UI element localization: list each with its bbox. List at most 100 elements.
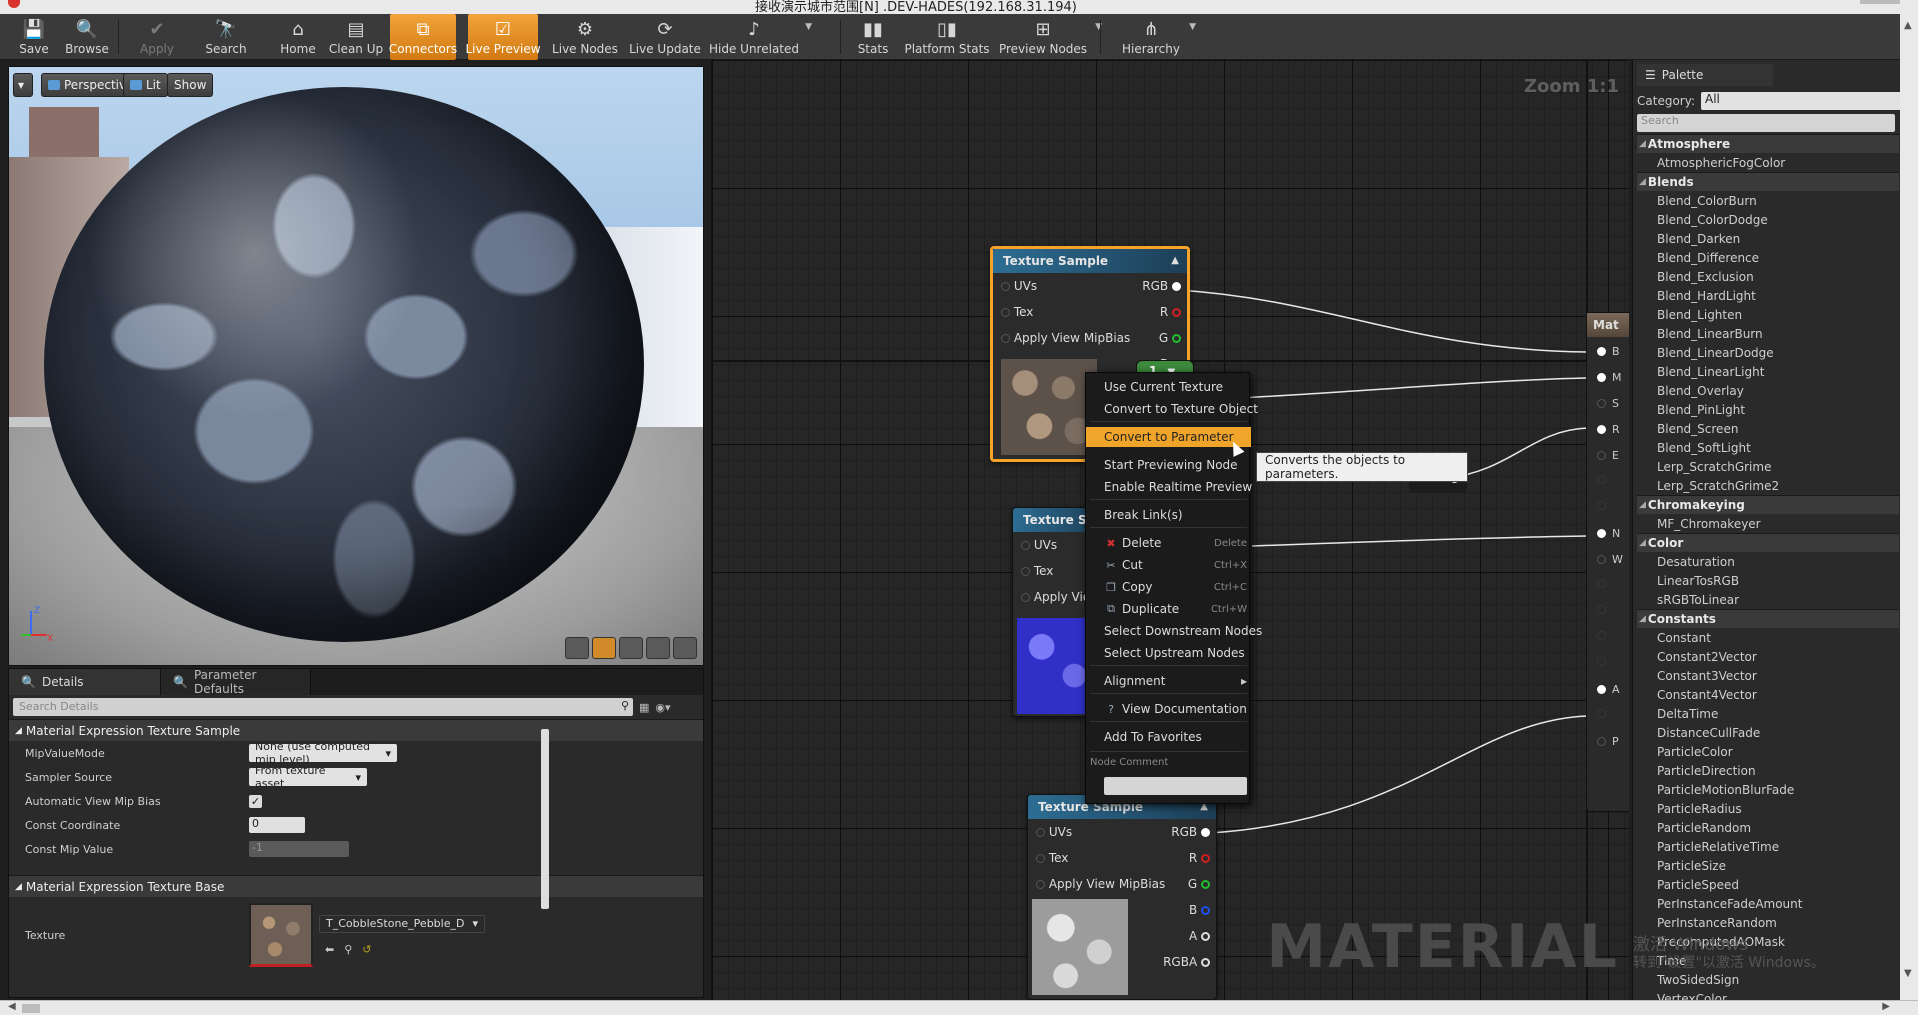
stats-button[interactable]: ▮▮ Stats: [858, 14, 889, 60]
input-pin-uvs[interactable]: UVs: [1001, 279, 1037, 293]
preview-viewport[interactable]: ▾ Perspective Lit Show Z X: [8, 66, 704, 666]
output-pin-rgb[interactable]: RGB: [1171, 825, 1210, 839]
menu-item-start-previewing-node[interactable]: Start Previewing Node: [1086, 455, 1251, 475]
clean-up-button[interactable]: ▤ Clean Up: [326, 14, 386, 60]
material-input-pin[interactable]: [1597, 475, 1612, 484]
browse-button[interactable]: 🔍 Browse: [62, 14, 112, 60]
eye-icon[interactable]: ◉▾: [655, 701, 670, 714]
menu-item-add-to-favorites[interactable]: Add To Favorites: [1086, 727, 1251, 747]
menu-item-delete[interactable]: ✖ Delete Delete: [1086, 533, 1251, 553]
material-input-pin[interactable]: R: [1597, 423, 1620, 436]
node-comment-input[interactable]: [1104, 777, 1247, 795]
window-controls[interactable]: [1860, 0, 1900, 4]
search-button[interactable]: 🔭 Search: [205, 14, 246, 60]
texture-sample-node-roughness[interactable]: Texture Sample ▲ UVs Tex Apply View MipB…: [1027, 794, 1217, 1000]
material-input-pin[interactable]: [1597, 579, 1612, 588]
section-texture-base[interactable]: ◢ Material Expression Texture Base: [9, 875, 703, 897]
palette-item[interactable]: Blend_LinearBurn: [1637, 324, 1899, 343]
material-input-pin[interactable]: B: [1597, 345, 1620, 358]
input-pin-tex[interactable]: Tex: [1001, 305, 1033, 319]
palette-item[interactable]: sRGBToLinear: [1637, 590, 1899, 609]
lit-button[interactable]: Lit: [123, 73, 168, 97]
plane-preview-icon[interactable]: [619, 637, 643, 659]
output-pin-rgba[interactable]: RGBA: [1163, 955, 1210, 969]
material-result-node[interactable]: Mat BMSRE NW A P: [1586, 312, 1629, 812]
palette-item[interactable]: Blend_ColorDodge: [1637, 210, 1899, 229]
palette-item[interactable]: MF_Chromakeyer: [1637, 514, 1899, 533]
palette-item[interactable]: ParticleSize: [1637, 856, 1899, 875]
palette-search-input[interactable]: Search: [1637, 114, 1895, 132]
section-texture-sample[interactable]: ◢ Material Expression Texture Sample: [9, 719, 703, 741]
material-input-pin[interactable]: S: [1597, 397, 1619, 410]
palette-item[interactable]: ParticleRandom: [1637, 818, 1899, 837]
window-vertical-scrollbar[interactable]: ▲ ▼: [1900, 0, 1918, 1015]
palette-item[interactable]: DeltaTime: [1637, 704, 1899, 723]
mesh-preview-icon[interactable]: [673, 637, 697, 659]
palette-item[interactable]: Blend_LinearLight: [1637, 362, 1899, 381]
palette-category[interactable]: ◢ Color: [1637, 533, 1899, 552]
material-input-pin[interactable]: N: [1597, 527, 1620, 540]
input-pin-mipbias[interactable]: Apply View MipBias: [1036, 877, 1165, 891]
palette-item[interactable]: LinearTosRGB: [1637, 571, 1899, 590]
scroll-up-icon[interactable]: ▲: [1904, 20, 1912, 31]
hierarchy-button[interactable]: ⋔ Hierarchy ▼: [1120, 14, 1196, 60]
menu-item-convert-to-parameter[interactable]: Convert to Parameter: [1086, 427, 1251, 447]
menu-item-convert-to-texture-object[interactable]: Convert to Texture Object: [1086, 399, 1258, 419]
details-scrollbar[interactable]: [541, 729, 549, 909]
browse-asset-icon[interactable]: ⚲: [344, 943, 352, 956]
show-button[interactable]: Show: [167, 73, 214, 97]
palette-item[interactable]: ParticleSpeed: [1637, 875, 1899, 894]
palette-item[interactable]: Constant3Vector: [1637, 666, 1899, 685]
texture-thumbnail[interactable]: [249, 903, 313, 967]
menu-item-cut[interactable]: ✂ Cut Ctrl+X: [1086, 555, 1251, 575]
platform-stats-button[interactable]: ▯▮ Platform Stats: [904, 14, 990, 60]
palette-category[interactable]: ◢ Constants: [1637, 609, 1899, 628]
menu-item-select-upstream-nodes[interactable]: Select Upstream Nodes: [1086, 643, 1251, 663]
node-header[interactable]: Texture Sample ▲: [993, 249, 1187, 273]
category-dropdown[interactable]: All: [1700, 92, 1900, 110]
output-pin-a[interactable]: A: [1189, 929, 1210, 943]
mip-value-mode-dropdown[interactable]: None (use computed mip level) ▾: [249, 740, 397, 766]
home-button[interactable]: ⌂ Home: [280, 14, 316, 60]
const-coordinate-input[interactable]: 0: [249, 817, 305, 833]
palette-item[interactable]: Blend_Difference: [1637, 248, 1899, 267]
menu-item-select-downstream-nodes[interactable]: Select Downstream Nodes: [1086, 621, 1262, 641]
input-pin-mipbias[interactable]: Apply View MipBias: [1001, 331, 1130, 345]
palette-item[interactable]: Blend_PinLight: [1637, 400, 1899, 419]
output-pin-b[interactable]: B: [1189, 903, 1210, 917]
palette-item[interactable]: Blend_SoftLight: [1637, 438, 1899, 457]
input-pin-mipbias[interactable]: Apply Vie: [1021, 590, 1090, 604]
preview-nodes-button[interactable]: ⊞ Preview Nodes ▼: [998, 14, 1102, 60]
palette-item[interactable]: Blend_Screen: [1637, 419, 1899, 438]
material-input-pin[interactable]: M: [1597, 371, 1622, 384]
save-button[interactable]: 💾 Save: [14, 14, 54, 60]
palette-item[interactable]: Lerp_ScratchGrime2: [1637, 476, 1899, 495]
connectors-button[interactable]: ⧉ Connectors: [389, 14, 457, 60]
output-pin-g[interactable]: G: [1188, 877, 1210, 891]
input-pin-tex[interactable]: Tex: [1021, 564, 1053, 578]
palette-item[interactable]: Desaturation: [1637, 552, 1899, 571]
palette-item[interactable]: Blend_Lighten: [1637, 305, 1899, 324]
palette-item[interactable]: Constant4Vector: [1637, 685, 1899, 704]
chevron-down-icon[interactable]: ▼: [1189, 22, 1196, 32]
details-search-input[interactable]: Search Details ⚲: [13, 698, 633, 716]
viewport-options-button[interactable]: ▾: [13, 73, 33, 97]
palette-category[interactable]: ◢ Blends: [1637, 172, 1899, 191]
material-input-pin[interactable]: [1597, 605, 1612, 614]
output-pin-rgb[interactable]: RGB: [1142, 279, 1181, 293]
tab-palette[interactable]: ☰ Palette: [1637, 64, 1773, 86]
palette-item[interactable]: ParticleRadius: [1637, 799, 1899, 818]
view-options-icon[interactable]: ▦: [639, 701, 649, 714]
palette-item[interactable]: Blend_Darken: [1637, 229, 1899, 248]
palette-item[interactable]: PerInstanceFadeAmount: [1637, 894, 1899, 913]
scroll-thumb[interactable]: [22, 1004, 40, 1013]
material-input-pin[interactable]: [1597, 501, 1612, 510]
tab-parameter-defaults[interactable]: 🔍 Parameter Defaults: [161, 668, 311, 696]
palette-item[interactable]: TwoSidedSign: [1637, 970, 1899, 989]
sampler-source-dropdown[interactable]: From texture asset ▾: [249, 764, 367, 790]
palette-item[interactable]: Blend_HardLight: [1637, 286, 1899, 305]
menu-item-use-current-texture[interactable]: Use Current Texture: [1086, 377, 1251, 397]
cylinder-preview-icon[interactable]: [565, 637, 589, 659]
cube-preview-icon[interactable]: [646, 637, 670, 659]
palette-item[interactable]: VertexColor: [1637, 989, 1899, 1001]
